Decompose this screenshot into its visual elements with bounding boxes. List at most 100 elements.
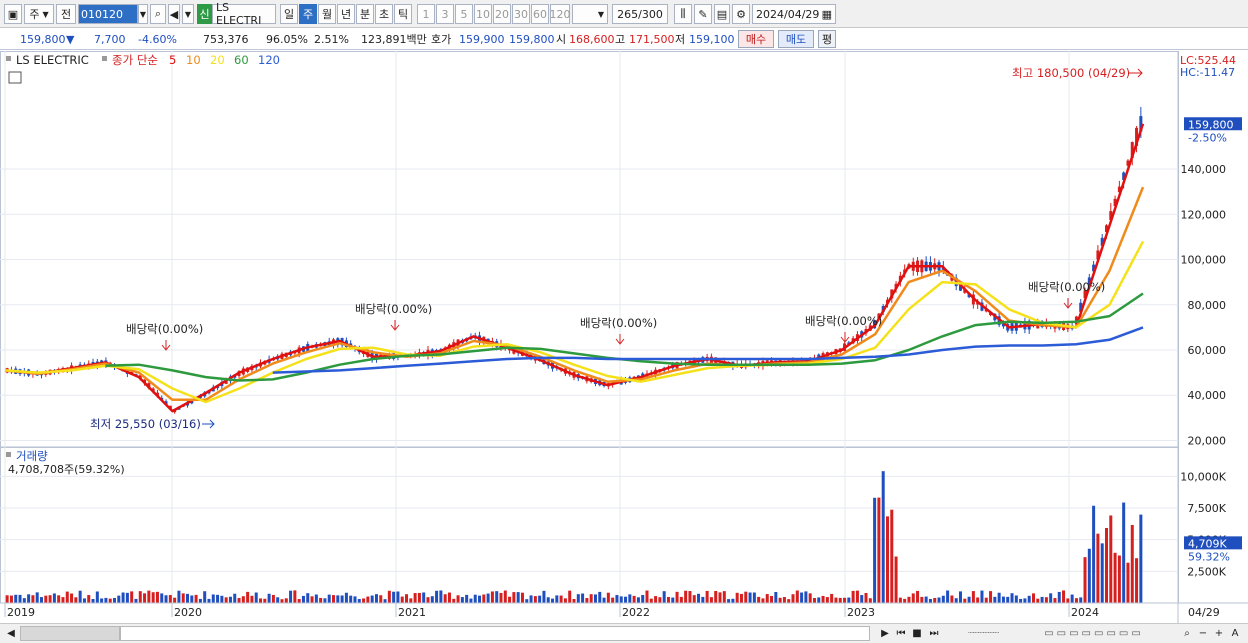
period-minute-tab[interactable]: 분 [356, 4, 374, 24]
volume-bar [795, 590, 799, 603]
fast-forward-icon[interactable]: ⏭ [926, 626, 942, 641]
buy-button[interactable]: 매수 [738, 30, 774, 48]
volume-bar [765, 594, 769, 603]
interval-30[interactable]: 30 [512, 4, 530, 24]
volume-bar [224, 597, 228, 603]
zoom-slider[interactable]: ┈┈┈┈┈┈ [948, 626, 1018, 641]
legend-stock-name: LS ELECTRIC [16, 53, 89, 67]
volume-bar [113, 597, 117, 603]
interval-60[interactable]: 60 [531, 4, 549, 24]
volume-bar [297, 599, 301, 603]
sell-button[interactable]: 매도 [778, 30, 814, 48]
chart-area: 20,000 40,000 60,000 80,000 100,000 120,000 14… [0, 51, 1248, 623]
volume-bar [709, 597, 713, 603]
calendar-icon: ▦ [821, 7, 832, 21]
volume-bar [1010, 593, 1014, 603]
volume-bar [598, 591, 602, 603]
volume-bar [413, 593, 417, 603]
hoga-label: 호가 [431, 33, 452, 46]
interval-dropdown[interactable]: ▼ [572, 4, 608, 24]
gear-icon[interactable]: ⚙ [732, 4, 750, 24]
volume-bar [508, 596, 512, 603]
volume-bar [1122, 502, 1126, 603]
stock-code-input[interactable]: 010120 [78, 4, 138, 24]
volume-bars [5, 471, 1143, 603]
tools-icon[interactable]: ✎ [694, 4, 712, 24]
window-icon[interactable]: ▣ [4, 4, 22, 24]
save-icon[interactable]: ▤ [714, 4, 730, 24]
period-month-tab[interactable]: 월 [318, 4, 336, 24]
count-field[interactable]: 265/300 [612, 4, 668, 24]
volume-bar [241, 596, 245, 603]
candle-icon[interactable]: ⫼ [674, 4, 692, 24]
volume-bar [306, 593, 310, 603]
period-day-tab[interactable]: 일 [280, 4, 298, 24]
volume-bar [675, 591, 679, 603]
volume-bar [87, 595, 91, 603]
interval-5[interactable]: 5 [455, 4, 473, 24]
volume-bar [237, 598, 241, 603]
volume-legend-title: 거래량 [16, 449, 48, 463]
dividend-arrow-icon [1063, 298, 1073, 309]
zoom-icon[interactable]: ⌕ [1180, 626, 1194, 641]
tool-icons[interactable]: ▭▭▭▭▭▭▭▭ [1024, 626, 1164, 641]
period-second-tab[interactable]: 초 [375, 4, 393, 24]
volume-ratio: 96.05% [266, 33, 308, 46]
minus-icon[interactable]: − [1196, 626, 1210, 641]
volume-bar [143, 593, 147, 603]
volume-bar [1083, 557, 1087, 603]
volume-bar [357, 599, 361, 603]
volume-bar [1130, 524, 1134, 603]
interval-120[interactable]: 120 [550, 4, 571, 24]
stock-name-value: LS ELECTRI [216, 1, 262, 27]
volume-bar [774, 591, 778, 603]
speaker-icon[interactable]: ◀ [168, 4, 180, 24]
volume-bar [645, 590, 649, 603]
period-week-tab[interactable]: 주 [299, 4, 317, 24]
rewind-icon[interactable]: ⏮ [894, 626, 908, 641]
volume-bar [920, 596, 924, 603]
stop-icon[interactable]: ■ [910, 626, 924, 641]
play-icon[interactable]: ▶ [878, 626, 892, 641]
font-size-icon[interactable]: A [1228, 626, 1242, 641]
volume-bar [207, 598, 211, 603]
volume-bar [636, 597, 640, 603]
prev-button[interactable]: 전 [56, 4, 76, 24]
volume-tag-pct: 59.32% [1188, 550, 1230, 563]
volume-bar [817, 597, 821, 603]
dividend-arrow-icon [161, 340, 171, 351]
interval-3[interactable]: 3 [436, 4, 454, 24]
volume-bar [263, 598, 267, 603]
eval-button[interactable]: 평 [818, 30, 836, 48]
search-icon[interactable]: ⌕ [150, 4, 166, 24]
price-chart[interactable]: 20,000 40,000 60,000 80,000 100,000 120,000 14… [0, 51, 1248, 623]
volume-bar [976, 597, 980, 603]
date-field[interactable]: 2024/04/29 ▦ [752, 4, 836, 24]
market-select[interactable]: 주 ▼ [24, 4, 54, 24]
volume-bar [619, 596, 623, 603]
volume-bar [228, 596, 232, 603]
volume-bar [426, 597, 430, 603]
volume-bar [276, 597, 280, 603]
volume-bar [456, 595, 460, 603]
speaker-dropdown-icon[interactable]: ▼ [182, 4, 194, 24]
code-dropdown-icon[interactable]: ▼ [138, 4, 148, 24]
interval-20[interactable]: 20 [493, 4, 511, 24]
interval-10[interactable]: 10 [474, 4, 492, 24]
volume-bar [39, 597, 44, 603]
volume-bar [409, 598, 413, 603]
plus-icon[interactable]: + [1212, 626, 1226, 641]
volume-bar [254, 592, 258, 603]
period-year-tab[interactable]: 년 [337, 4, 355, 24]
period-tick-tab[interactable]: 틱 [394, 4, 412, 24]
volume-bar [529, 595, 533, 603]
price-tag-pct: -2.50% [1188, 131, 1227, 144]
volume-bar [1139, 514, 1143, 603]
interval-1[interactable]: 1 [417, 4, 435, 24]
volume-bar [941, 595, 945, 603]
scrollbar-track[interactable] [20, 626, 120, 641]
scroll-left-icon[interactable]: ◀ [4, 626, 18, 641]
scrollbar-thumb[interactable] [120, 626, 870, 641]
stock-name-field[interactable]: LS ELECTRI [212, 1, 276, 27]
volume-bar [344, 592, 348, 603]
